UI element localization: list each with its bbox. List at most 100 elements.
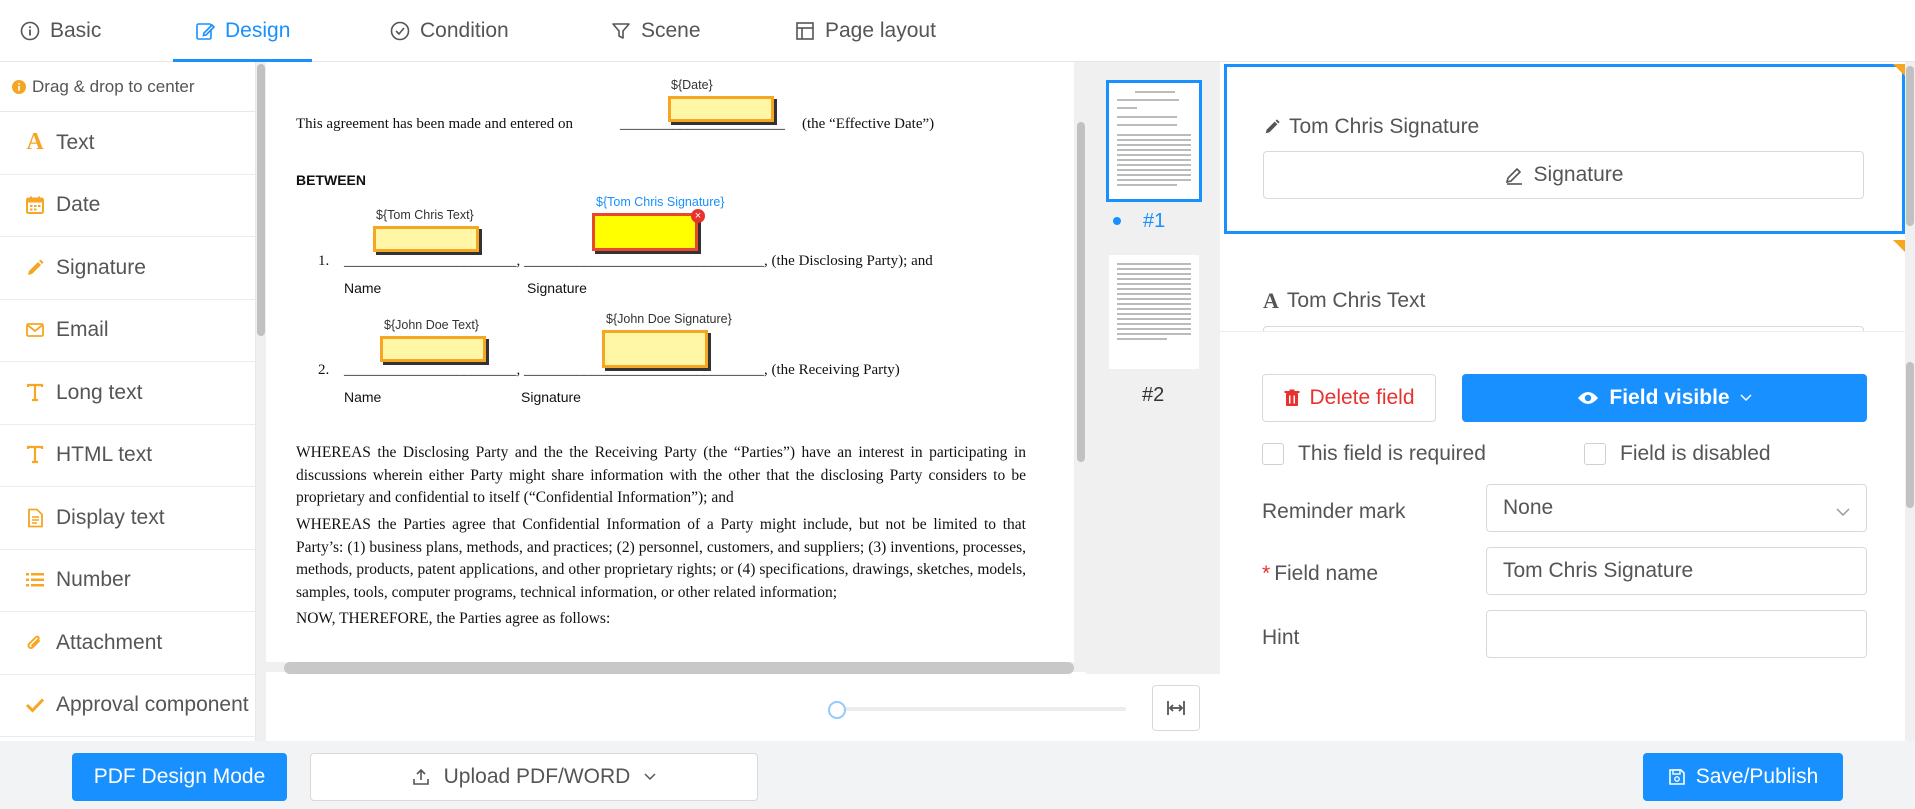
required-label: This field is required bbox=[1298, 442, 1486, 465]
field-name-value: Tom Chris Signature bbox=[1503, 559, 1694, 582]
delete-field-label: Delete field bbox=[1309, 386, 1415, 409]
fit-width-button[interactable] bbox=[1152, 685, 1200, 731]
hint-input[interactable] bbox=[1486, 610, 1867, 658]
tab-basic[interactable]: Basic bbox=[20, 0, 101, 62]
reminder-mark-label-text: Reminder mark bbox=[1262, 500, 1406, 523]
palette-item-email[interactable]: Email bbox=[0, 300, 255, 362]
chevron-down-icon bbox=[1740, 394, 1752, 402]
reminder-mark-value: None bbox=[1503, 496, 1554, 519]
fit-width-icon bbox=[1165, 697, 1187, 719]
palette-item-label: Signature bbox=[56, 255, 146, 279]
palette-item-label: Long text bbox=[56, 380, 143, 404]
preview-card-title-2[interactable]: A Tom Chris Text bbox=[1263, 288, 1425, 314]
palette-item-text[interactable]: A Text bbox=[0, 112, 255, 175]
paperclip-icon bbox=[24, 633, 46, 653]
palette-item-signature[interactable]: Signature bbox=[0, 237, 255, 300]
doc-party1-name-label: Name bbox=[344, 280, 382, 296]
preview-card-title: Tom Chris Signature bbox=[1263, 115, 1479, 139]
palette-item-long-text[interactable]: Long text bbox=[0, 362, 255, 425]
doc-party2-line: _______________________, _______________… bbox=[344, 362, 900, 378]
palette-item-label: Email bbox=[56, 318, 109, 342]
field-name-input[interactable]: Tom Chris Signature bbox=[1486, 547, 1867, 595]
palette-hint: Drag & drop to center bbox=[0, 62, 255, 112]
preview-card-tom-chris-signature[interactable]: Tom Chris Signature Signature bbox=[1224, 64, 1905, 234]
doc-line-1-pre: This agreement has been made and entered… bbox=[296, 116, 573, 132]
required-checkbox[interactable] bbox=[1262, 443, 1284, 465]
pdf-design-mode-button[interactable]: PDF Design Mode bbox=[72, 753, 287, 801]
doc-paragraph-2: WHEREAS the Parties agree that Confident… bbox=[296, 516, 1026, 601]
thumbnail-page-1[interactable] bbox=[1106, 80, 1202, 202]
disabled-label: Field is disabled bbox=[1620, 442, 1771, 465]
palette-item-attachment[interactable]: Attachment bbox=[0, 612, 255, 675]
reminder-mark-label: Reminder mark bbox=[1262, 500, 1406, 524]
thumbnail-page-2[interactable] bbox=[1109, 255, 1199, 369]
upload-pdf-word-button[interactable]: Upload PDF/WORD bbox=[310, 753, 758, 801]
palette-hint-text: Drag & drop to center bbox=[32, 76, 195, 96]
text-icon: A bbox=[26, 129, 44, 156]
page-thumbnails: #1 #2 bbox=[1086, 62, 1220, 674]
top-tab-bar: Basic Design Condition Scene Page layout bbox=[0, 0, 1915, 62]
disabled-checkbox-row[interactable]: Field is disabled bbox=[1584, 442, 1771, 466]
palette-item-label: Display text bbox=[56, 505, 165, 529]
zoom-slider-track[interactable] bbox=[836, 707, 1126, 711]
palette-item-label: Approval component bbox=[56, 693, 249, 717]
field-settings: Delete field Field visible This field is… bbox=[1220, 332, 1905, 741]
palette-item-date[interactable]: Date bbox=[0, 175, 255, 237]
doc-party1-signature-label: Signature bbox=[527, 280, 587, 296]
field-visible-label: Field visible bbox=[1609, 386, 1730, 409]
email-icon bbox=[24, 320, 46, 340]
palette-item-number[interactable]: Number bbox=[0, 550, 255, 612]
doc-paragraph-3: NOW, THEREFORE, the Parties agree as fol… bbox=[296, 610, 611, 627]
upload-icon bbox=[412, 768, 430, 786]
field-tag-tom-chris-signature: ${Tom Chris Signature} bbox=[596, 195, 725, 209]
pdf-page: This agreement has been made and entered… bbox=[266, 62, 1074, 662]
field-properties-panel: Tom Chris Signature Signature A Tom Chri… bbox=[1220, 62, 1915, 741]
field-box-date[interactable] bbox=[668, 96, 774, 122]
chevron-down-icon bbox=[644, 773, 656, 781]
signature-button-label: Signature bbox=[1533, 163, 1624, 186]
doc-party1-line: _______________________, _______________… bbox=[344, 253, 933, 269]
field-tag-john-doe-signature: ${John Doe Signature} bbox=[606, 312, 732, 326]
html-text-icon bbox=[24, 445, 46, 465]
doc-between: BETWEEN bbox=[296, 172, 366, 188]
right-panel-scrollbar[interactable] bbox=[1905, 62, 1915, 741]
document-horizontal-scrollbar[interactable] bbox=[284, 662, 1074, 674]
palette-item-label: HTML text bbox=[56, 443, 153, 467]
palette-scrollbar[interactable] bbox=[256, 62, 266, 741]
delete-field-button[interactable]: Delete field bbox=[1262, 374, 1436, 422]
disabled-checkbox[interactable] bbox=[1584, 443, 1606, 465]
tab-scene[interactable]: Scene bbox=[611, 0, 701, 62]
tab-page-layout[interactable]: Page layout bbox=[795, 0, 936, 62]
signature-button[interactable]: Signature bbox=[1263, 151, 1864, 199]
zoom-toolbar bbox=[266, 674, 1220, 741]
corner-marker bbox=[1893, 64, 1905, 76]
doc-line-1-post: (the “Effective Date”) bbox=[802, 116, 935, 132]
preview-card-title-text: Tom Chris Signature bbox=[1289, 115, 1480, 138]
field-box-john-doe-text[interactable] bbox=[380, 336, 486, 362]
palette-item-html-text[interactable]: HTML text bbox=[0, 425, 255, 487]
field-box-tom-chris-text[interactable] bbox=[373, 226, 479, 252]
tab-design[interactable]: Design bbox=[172, 0, 313, 62]
tab-condition[interactable]: Condition bbox=[390, 0, 509, 62]
hint-label-text: Hint bbox=[1262, 626, 1300, 649]
reminder-mark-select[interactable]: None bbox=[1486, 484, 1867, 532]
info-icon bbox=[20, 21, 40, 41]
zoom-slider-handle[interactable] bbox=[828, 701, 846, 719]
document-canvas[interactable]: This agreement has been made and entered… bbox=[266, 62, 1076, 672]
upload-label: Upload PDF/WORD bbox=[443, 765, 631, 788]
field-visible-dropdown[interactable]: Field visible bbox=[1462, 374, 1867, 422]
save-publish-button[interactable]: Save/Publish bbox=[1643, 753, 1843, 801]
palette-item-label: Number bbox=[56, 568, 131, 592]
required-checkbox-row[interactable]: This field is required bbox=[1262, 442, 1486, 466]
tab-basic-label: Basic bbox=[50, 19, 102, 42]
field-name-label: * Field name bbox=[1262, 562, 1378, 586]
palette-item-display-text[interactable]: Display text bbox=[0, 487, 255, 550]
pen-icon bbox=[24, 258, 46, 278]
palette-item-label: Text bbox=[56, 130, 95, 154]
field-box-tom-chris-signature[interactable] bbox=[592, 213, 698, 251]
palette-item-approval[interactable]: Approval component bbox=[0, 675, 255, 737]
remove-field-icon[interactable]: × bbox=[691, 209, 705, 223]
document-vertical-scrollbar[interactable] bbox=[1076, 62, 1086, 672]
thumbnail-page-2-label: #2 bbox=[1142, 384, 1165, 406]
field-preview-list: Tom Chris Signature Signature A Tom Chri… bbox=[1220, 62, 1905, 332]
